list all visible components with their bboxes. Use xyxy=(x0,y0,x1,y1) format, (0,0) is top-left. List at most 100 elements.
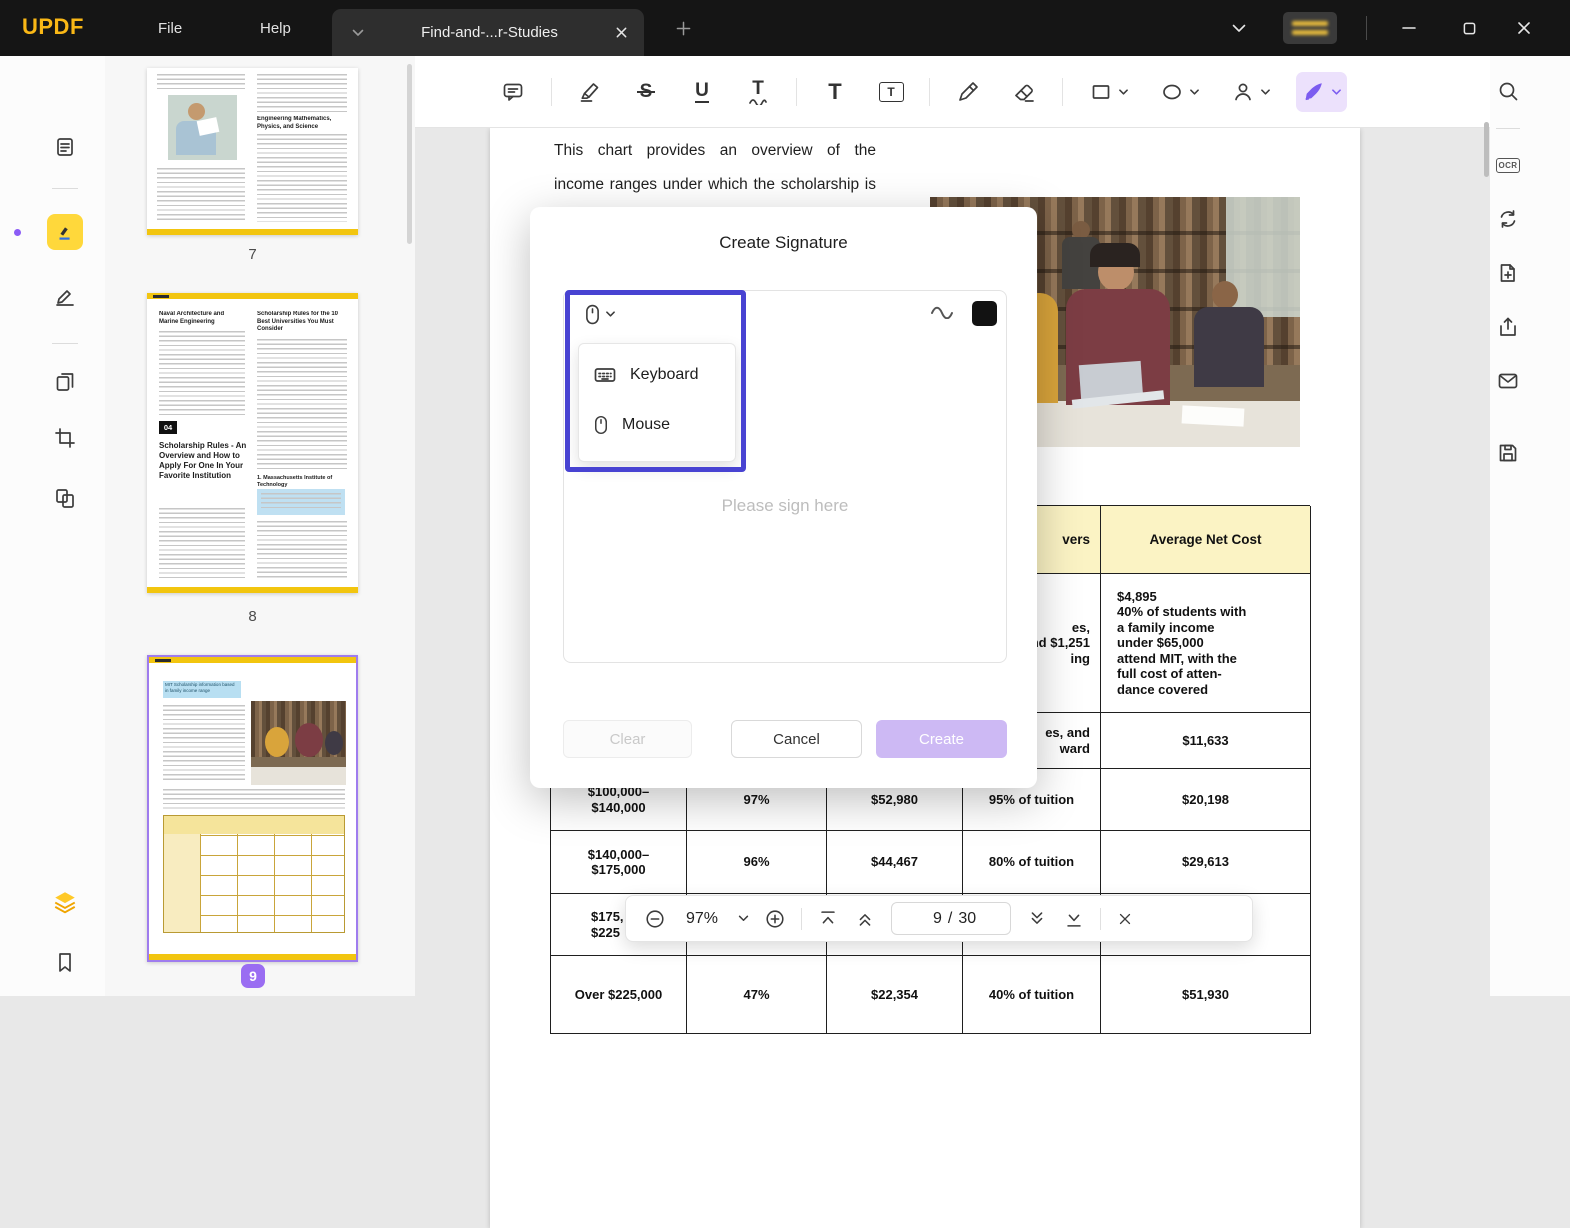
chevron-down-icon xyxy=(1190,88,1199,95)
document-scrollbar[interactable] xyxy=(1484,122,1489,177)
comment-icon[interactable] xyxy=(495,74,531,110)
crop-pages-icon[interactable] xyxy=(47,420,83,456)
thumb9-mini-table xyxy=(163,815,345,933)
zoom-dropdown-chevron-icon[interactable] xyxy=(738,915,749,922)
underline-icon[interactable]: U xyxy=(684,74,720,110)
rail-divider xyxy=(52,343,78,344)
rail-divider xyxy=(52,188,78,189)
titlebar-divider xyxy=(1366,16,1367,40)
thumbnail-page-8[interactable]: Naval Architecture and Marine Engineerin… xyxy=(147,293,358,593)
page-indicator: / 30 xyxy=(891,902,1011,935)
thumb9-callout: MIT Scholarship information based in fam… xyxy=(163,681,241,698)
total-pages: 30 xyxy=(958,909,977,927)
organize-pages-icon[interactable] xyxy=(47,364,83,400)
text-glyph: T xyxy=(828,78,842,104)
ocr-icon[interactable]: OCR xyxy=(1490,147,1526,183)
titlebar-chevron-icon[interactable] xyxy=(1224,14,1254,42)
keyboard-icon xyxy=(594,368,616,382)
mail-icon[interactable] xyxy=(1490,363,1526,399)
minimize-button[interactable] xyxy=(1394,14,1424,42)
new-tab-button[interactable] xyxy=(668,14,698,42)
thumb8-right-heading: Scholarship Rules for the 10 Best Univer… xyxy=(257,311,339,332)
maximize-button[interactable] xyxy=(1454,14,1484,42)
previous-page-button[interactable] xyxy=(854,908,876,930)
thumb8-chapter-badge: 04 xyxy=(159,421,177,434)
last-page-button[interactable] xyxy=(1063,908,1085,930)
clear-button[interactable]: Clear xyxy=(563,720,692,758)
thumbnail-page-9[interactable]: MIT Scholarship information based in fam… xyxy=(147,655,358,962)
create-button[interactable]: Create xyxy=(876,720,1007,758)
compare-icon[interactable] xyxy=(1490,201,1526,237)
next-page-button[interactable] xyxy=(1026,908,1048,930)
eraser-icon[interactable] xyxy=(1006,74,1042,110)
zoom-toolbar: 97% / 30 xyxy=(625,895,1253,942)
input-mode-button[interactable] xyxy=(576,299,624,329)
toolbar-divider xyxy=(1062,77,1063,106)
pencil-icon[interactable] xyxy=(950,74,986,110)
user-account-badge[interactable] xyxy=(1283,12,1337,44)
document-tab[interactable]: Find-and-...r-Studies xyxy=(332,9,644,56)
reader-view-icon[interactable] xyxy=(47,129,83,165)
chevron-down-icon xyxy=(1261,88,1270,95)
signature-tool[interactable] xyxy=(1296,71,1347,112)
updf-logo: UPDF xyxy=(22,14,84,39)
right-tool-rail: OCR xyxy=(1490,56,1570,996)
textbox-glyph: T xyxy=(878,81,904,102)
strikethrough-icon[interactable]: S xyxy=(628,74,664,110)
thumb8-label: 8 xyxy=(248,608,257,625)
share-icon[interactable] xyxy=(1490,309,1526,345)
toolbar-divider xyxy=(551,77,552,106)
edit-tools-icon[interactable] xyxy=(47,278,83,314)
text-icon[interactable]: T xyxy=(817,74,853,110)
thumb7-footer-strip xyxy=(147,229,358,235)
highlighter-icon[interactable] xyxy=(572,74,608,110)
zoombar-divider xyxy=(801,907,802,930)
tab-dropdown-chevron-icon[interactable] xyxy=(352,24,364,41)
toolbar-divider xyxy=(796,77,797,106)
zoom-in-button[interactable] xyxy=(764,908,786,930)
signature-color-swatch[interactable] xyxy=(972,301,997,326)
table-header-avg-net-cost: Average Net Cost xyxy=(1101,506,1311,574)
input-mode-dropdown: Keyboard Mouse xyxy=(578,343,736,462)
thumb8-left-heading: Naval Architecture and Marine Engineerin… xyxy=(159,311,225,325)
thumb7-label: 7 xyxy=(248,246,257,263)
close-button[interactable] xyxy=(1509,14,1539,42)
text-box-icon[interactable]: T xyxy=(873,74,909,110)
dropdown-item-keyboard[interactable]: Keyboard xyxy=(579,350,735,400)
extract-pages-icon[interactable] xyxy=(47,480,83,516)
cancel-button[interactable]: Cancel xyxy=(731,720,862,758)
left-tool-rail xyxy=(0,56,105,996)
layers-icon[interactable] xyxy=(47,884,83,920)
dropdown-item-mouse[interactable]: Mouse xyxy=(579,400,735,450)
thumbnail-scrollbar[interactable] xyxy=(407,64,412,244)
stamp-tool[interactable] xyxy=(1225,72,1276,112)
squiggly-underline-icon[interactable]: T xyxy=(740,74,776,110)
dialog-title: Create Signature xyxy=(719,233,848,252)
thumb8-left-title: Scholarship Rules - An Overview and How … xyxy=(159,441,247,480)
tab-close-icon[interactable] xyxy=(615,26,628,39)
create-signature-dialog: Create Signature Please sign here Keyboa… xyxy=(530,207,1037,788)
thumbnail-page-7[interactable]: Engineering Mathematics, Physics, and Sc… xyxy=(147,68,358,235)
zoom-out-button[interactable] xyxy=(644,908,666,930)
first-page-button[interactable] xyxy=(817,908,839,930)
file-menu[interactable]: File xyxy=(140,0,200,56)
thumb9-selected-badge: 9 xyxy=(241,964,265,988)
save-icon[interactable] xyxy=(1490,435,1526,471)
help-menu[interactable]: Help xyxy=(242,0,309,56)
underline-glyph: U xyxy=(695,79,709,103)
export-icon[interactable] xyxy=(1490,255,1526,291)
comment-tools-icon[interactable] xyxy=(47,214,83,250)
bookmark-icon[interactable] xyxy=(47,944,83,980)
chevron-down-icon xyxy=(1332,88,1341,95)
tab-title: Find-and-...r-Studies xyxy=(421,24,558,41)
search-icon[interactable] xyxy=(1490,73,1526,109)
ellipse-shape-tool[interactable] xyxy=(1154,72,1205,112)
ocr-label: OCR xyxy=(1495,157,1521,173)
close-zoombar-button[interactable] xyxy=(1116,910,1134,928)
stroke-style-icon[interactable] xyxy=(930,305,956,324)
titlebar: UPDF File Help Find-and-...r-Studies xyxy=(0,0,1570,56)
rectangle-shape-tool[interactable] xyxy=(1083,72,1134,112)
page-number-input[interactable] xyxy=(925,909,942,928)
mouse-icon xyxy=(595,415,607,435)
toolbar-divider xyxy=(929,77,930,106)
